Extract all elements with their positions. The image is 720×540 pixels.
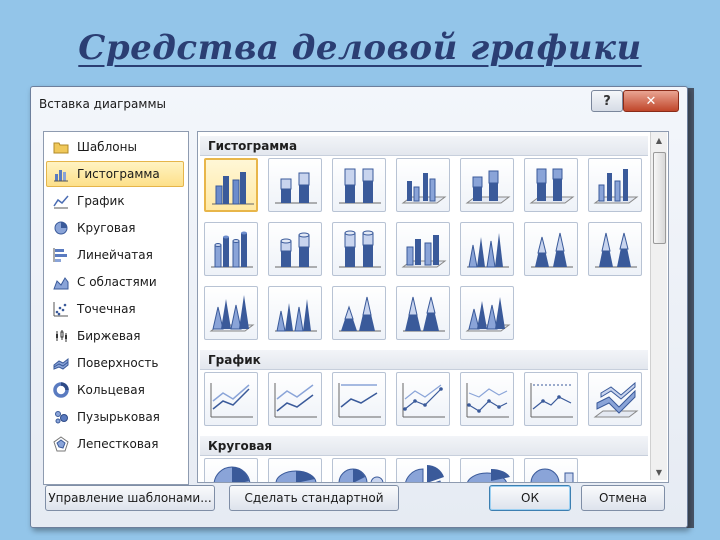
category-scatter[interactable]: Точечная [46,296,184,322]
bar-chart-icon [53,247,69,263]
chart-thumb-stacked-cylinder[interactable] [268,222,322,276]
chart-thumb-100-stacked-cylinder[interactable] [332,222,386,276]
chart-thumb-line[interactable] [204,372,258,426]
chart-thumb-clustered-column[interactable] [204,158,258,212]
category-label: Лепестковая [77,437,159,451]
category-label: С областями [77,275,157,289]
chart-thumb-bar-of-pie[interactable] [524,458,578,482]
chart-thumb-clustered-cylinder[interactable] [204,222,258,276]
category-label: Кольцевая [77,383,145,397]
area-chart-icon [53,274,69,290]
chart-thumb-stacked-column[interactable] [268,158,322,212]
chart-thumb-line-markers[interactable] [396,372,450,426]
category-templates[interactable]: Шаблоны [46,134,184,160]
chart-thumb-100-stacked-line-markers[interactable] [524,372,578,426]
chart-thumb-100-stacked-cone[interactable] [588,222,642,276]
category-surface[interactable]: Поверхность [46,350,184,376]
section-header-pie: Круговая [200,436,648,456]
category-bubble[interactable]: Пузырьковая [46,404,184,430]
chart-thumb-3d-clustered-column[interactable] [396,158,450,212]
chart-type-gallery: Гистограмма График Круговая ▲ ▼ [197,131,669,483]
chart-thumb-3d-cone[interactable] [204,286,258,340]
surface-chart-icon [53,355,69,371]
category-label: Круговая [77,221,136,235]
scatter-chart-icon [53,301,69,317]
chart-thumb-3d-exploded-pie[interactable] [460,458,514,482]
gallery-scrollbar[interactable]: ▲ ▼ [650,132,667,480]
category-label: Биржевая [77,329,141,343]
bubble-chart-icon [53,409,69,425]
chart-thumb-clustered-cone[interactable] [460,222,514,276]
chart-thumb-stacked-pyramid[interactable] [332,286,386,340]
category-column[interactable]: Гистограмма [46,161,184,187]
category-stock[interactable]: Биржевая [46,323,184,349]
scroll-down-icon[interactable]: ▼ [651,464,667,480]
chart-thumb-100-stacked-line[interactable] [332,372,386,426]
chart-category-list: Шаблоны Гистограмма График Круговая Лине… [43,131,189,485]
line-chart-icon [53,193,69,209]
pie-chart-icon [53,220,69,236]
category-label: Линейчатая [77,248,153,262]
category-area[interactable]: С областями [46,269,184,295]
scroll-thumb[interactable] [653,152,666,244]
category-label: Пузырьковая [77,410,160,424]
manage-templates-button[interactable]: Управление шаблонами... [45,485,215,511]
set-default-button[interactable]: Сделать стандартной [229,485,399,511]
chart-thumb-3d-line[interactable] [588,372,642,426]
chart-thumb-3d-column[interactable] [588,158,642,212]
chart-thumb-pie-of-pie[interactable] [332,458,386,482]
close-button[interactable]: ✕ [623,90,679,112]
category-doughnut[interactable]: Кольцевая [46,377,184,403]
cancel-button[interactable]: Отмена [581,485,665,511]
ok-button[interactable]: ОК [489,485,571,511]
folder-icon [53,139,69,155]
dialog-title: Вставка диаграммы [39,97,166,111]
category-line[interactable]: График [46,188,184,214]
category-label: Поверхность [77,356,159,370]
section-header-line: График [200,350,648,370]
scroll-up-icon[interactable]: ▲ [651,132,667,148]
chart-thumb-100-stacked-pyramid[interactable] [396,286,450,340]
category-label: График [77,194,125,208]
insert-chart-dialog: Вставка диаграммы ? ✕ Шаблоны Гистограмм… [30,86,688,528]
chart-thumb-100-stacked-column[interactable] [332,158,386,212]
category-label: Шаблоны [77,140,137,154]
stock-chart-icon [53,328,69,344]
slide-title: Средства деловой графики [78,28,642,68]
section-header-column: Гистограмма [200,136,648,156]
chart-thumb-exploded-pie[interactable] [396,458,450,482]
chart-thumb-3d-cylinder[interactable] [396,222,450,276]
category-label: Точечная [77,302,136,316]
category-bar[interactable]: Линейчатая [46,242,184,268]
chart-thumb-stacked-line[interactable] [268,372,322,426]
chart-thumb-3d-pie[interactable] [268,458,322,482]
chart-thumb-3d-100-stacked-column[interactable] [524,158,578,212]
chart-thumb-stacked-line-markers[interactable] [460,372,514,426]
chart-thumb-3d-pyramid[interactable] [460,286,514,340]
chart-thumb-pie[interactable] [204,458,258,482]
chart-thumb-clustered-pyramid[interactable] [268,286,322,340]
help-button[interactable]: ? [591,90,623,112]
column-chart-icon [53,166,69,182]
category-radar[interactable]: Лепестковая [46,431,184,457]
chart-thumb-stacked-cone[interactable] [524,222,578,276]
category-pie[interactable]: Круговая [46,215,184,241]
radar-chart-icon [53,436,69,452]
doughnut-chart-icon [53,382,69,398]
chart-thumb-3d-stacked-column[interactable] [460,158,514,212]
category-label: Гистограмма [77,167,160,181]
